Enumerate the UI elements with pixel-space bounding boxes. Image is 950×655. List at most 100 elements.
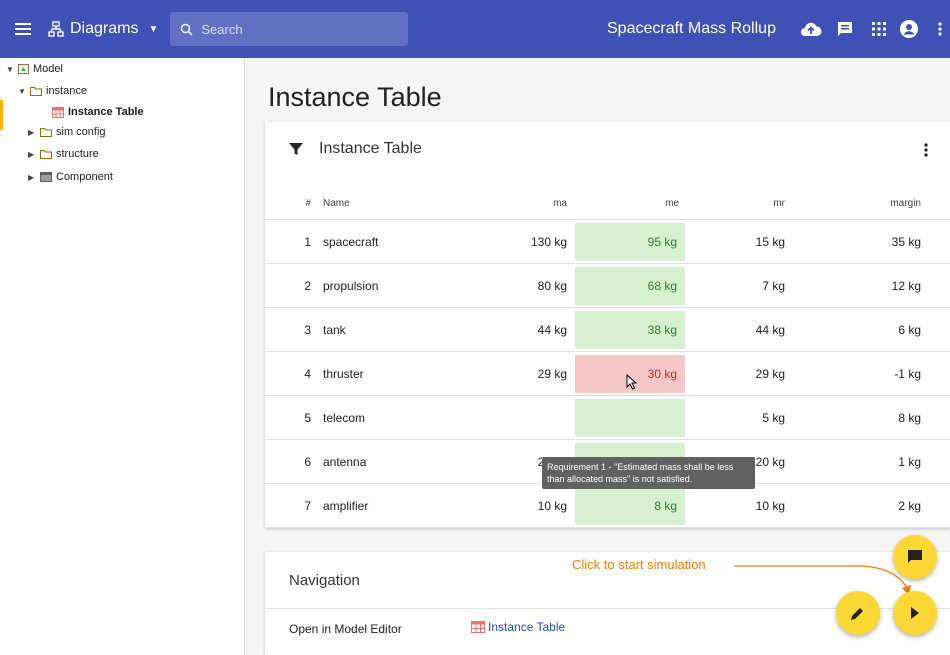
row-margin: -1 kg <box>894 366 921 381</box>
row-name: propulsion <box>323 278 379 293</box>
model-package-icon <box>18 64 29 74</box>
table-card-title: Instance Table <box>319 140 422 157</box>
table-card-header: Instance Table <box>289 140 422 158</box>
row-number: 4 <box>304 366 311 381</box>
instance-table-link[interactable]: Instance Table <box>471 620 565 634</box>
open-in-model-editor-label: Open in Model Editor <box>289 622 402 636</box>
tree-node-instance-table[interactable]: Instance Table <box>52 104 144 120</box>
row-ma: 44 kg <box>537 322 567 337</box>
table-row[interactable]: 5 telecom 5 kg 8 kg <box>265 396 950 440</box>
caret-down-icon: ▼ <box>148 23 159 35</box>
diagram-icon <box>48 21 64 37</box>
folder-icon <box>40 128 52 137</box>
row-me[interactable]: 95 kg <box>575 223 685 261</box>
search-icon <box>181 23 193 35</box>
tree-node-instance[interactable]: ▼ instance <box>18 83 87 99</box>
col-header-me[interactable]: me <box>575 188 685 219</box>
row-name: spacecraft <box>323 234 379 249</box>
expanded-arrow-icon: ▼ <box>6 64 14 74</box>
col-header-name[interactable]: Name <box>323 188 350 219</box>
col-header-margin[interactable]: margin <box>855 188 921 219</box>
tree-label-instance: instance <box>46 85 87 97</box>
row-ma: 80 kg <box>537 278 567 293</box>
start-simulation-fab[interactable] <box>893 591 937 635</box>
row-me[interactable]: 38 kg <box>575 311 685 349</box>
row-margin: 6 kg <box>898 322 921 337</box>
table-icon <box>52 106 64 118</box>
row-mr: 29 kg <box>755 366 785 381</box>
search-input[interactable] <box>201 21 392 37</box>
col-header-ma[interactable]: ma <box>505 188 567 219</box>
col-header-mr[interactable]: mr <box>705 188 785 219</box>
pencil-icon <box>851 608 863 620</box>
menu-icon[interactable] <box>4 0 42 58</box>
tree-label-instance-table: Instance Table <box>68 106 144 118</box>
diagrams-dropdown[interactable]: Diagrams ▼ <box>42 20 164 38</box>
search-box[interactable] <box>170 12 409 46</box>
hint-arrow <box>734 565 911 595</box>
model-title: Spacecraft Mass Rollup <box>607 20 776 37</box>
expanded-arrow-icon: ▼ <box>18 86 26 96</box>
row-margin: 1 kg <box>898 454 921 469</box>
account-icon[interactable] <box>894 14 924 44</box>
row-number: 2 <box>304 278 311 293</box>
row-mr: 15 kg <box>755 234 785 249</box>
diagrams-label: Diagrams <box>70 20 139 37</box>
row-ma: 29 kg <box>537 366 567 381</box>
row-me[interactable]: 68 kg <box>575 267 685 305</box>
tree-label-sim-config: sim config <box>56 126 106 138</box>
table-header: # Name ma me mr margin <box>265 188 950 220</box>
folder-icon <box>40 150 52 159</box>
app-bar: Diagrams ▼ Spacecraft Mass Rollup <box>0 0 950 58</box>
row-me[interactable]: 8 kg <box>575 487 685 525</box>
row-ma: 130 kg <box>530 234 567 249</box>
row-name: antenna <box>323 454 367 469</box>
row-number: 3 <box>304 322 311 337</box>
table-icon <box>471 621 485 633</box>
row-name: amplifier <box>323 498 369 513</box>
table-row[interactable]: 7 amplifier 10 kg 8 kg 10 kg 2 kg <box>265 484 950 528</box>
row-mr: 10 kg <box>755 498 785 513</box>
row-number: 1 <box>304 234 311 249</box>
row-margin: 12 kg <box>891 278 921 293</box>
chat-icon <box>908 550 922 563</box>
row-mr: 7 kg <box>762 278 785 293</box>
chat-fab[interactable] <box>893 535 937 579</box>
filter-icon[interactable] <box>289 142 303 156</box>
play-icon <box>911 607 919 619</box>
row-name: thruster <box>323 366 364 381</box>
edit-fab[interactable] <box>836 591 880 635</box>
simulation-hint: Click to start simulation <box>572 557 706 572</box>
tree-node-model[interactable]: ▼ Model <box>6 61 63 77</box>
component-icon <box>40 172 52 182</box>
navigation-title: Navigation <box>289 572 360 589</box>
row-mr: 44 kg <box>755 322 785 337</box>
table-row[interactable]: 4 thruster 29 kg 30 kg 29 kg -1 kg <box>265 352 950 396</box>
table-row[interactable]: 2 propulsion 80 kg 68 kg 7 kg 12 kg <box>265 264 950 308</box>
comment-icon[interactable] <box>830 14 860 44</box>
tree-label-structure: structure <box>56 148 99 160</box>
table-row[interactable]: 3 tank 44 kg 38 kg 44 kg 6 kg <box>265 308 950 352</box>
apps-grid-icon[interactable] <box>864 14 894 44</box>
row-number: 7 <box>304 498 311 513</box>
collapsed-arrow-icon: ▶ <box>28 127 35 137</box>
row-margin: 8 kg <box>898 410 921 425</box>
tree-node-sim-config[interactable]: ▶ sim config <box>28 124 106 140</box>
tree-node-component[interactable]: ▶ Component <box>28 169 113 185</box>
row-number: 5 <box>304 410 311 425</box>
selection-indicator <box>0 100 3 130</box>
tree-node-structure[interactable]: ▶ structure <box>28 146 99 162</box>
page-title: Instance Table <box>268 82 442 112</box>
table-row[interactable]: 1 spacecraft 130 kg 95 kg 15 kg 35 kg <box>265 220 950 264</box>
cloud-upload-icon[interactable] <box>796 14 826 44</box>
requirement-tooltip: Requirement 1 - "Estimated mass shall be… <box>542 457 755 489</box>
more-vert-icon[interactable] <box>925 14 950 44</box>
row-margin: 35 kg <box>891 234 921 249</box>
instance-table-link-label: Instance Table <box>488 620 566 634</box>
tree-label-model: Model <box>33 63 63 75</box>
col-header-num[interactable]: # <box>299 188 311 219</box>
more-vert-icon[interactable] <box>918 140 934 160</box>
collapsed-arrow-icon: ▶ <box>28 149 35 159</box>
collapsed-arrow-icon: ▶ <box>28 172 35 182</box>
row-me[interactable] <box>575 399 685 437</box>
